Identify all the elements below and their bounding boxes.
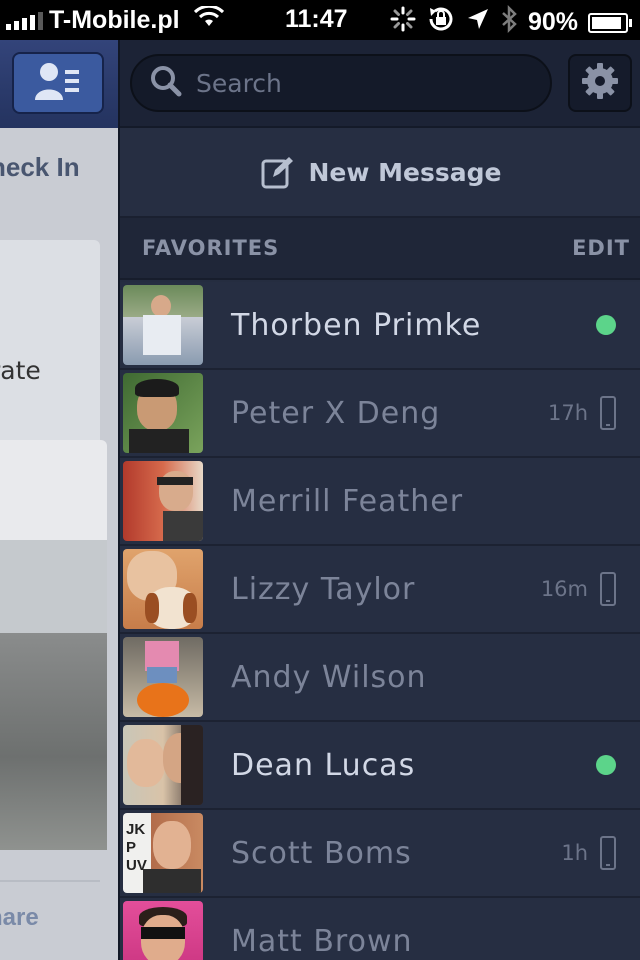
avatar (123, 461, 203, 541)
avatar: JK P UV (123, 813, 203, 893)
favorites-header: FAVORITES EDIT (120, 218, 640, 280)
mobile-phone-icon (600, 396, 616, 430)
contact-row[interactable]: Andy Wilson (120, 634, 640, 722)
last-active-time: 16m (540, 577, 588, 601)
battery-percent: 90% (527, 8, 578, 36)
feed-photo (0, 540, 107, 850)
status-bar: T-Mobile.pl 11:47 90% (0, 0, 640, 40)
rotation-lock-icon (426, 5, 456, 40)
settings-button[interactable] (568, 54, 632, 112)
contact-name: Merrill Feather (231, 483, 464, 519)
friends-icon (33, 60, 83, 106)
avatar (123, 549, 203, 629)
online-status-indicator (596, 755, 616, 775)
mobile-phone-icon (600, 836, 616, 870)
checkin-button[interactable]: heck In (0, 152, 80, 183)
news-feed-panel: heck In rate hare (0, 40, 118, 960)
contact-row[interactable]: JK P UV Scott Boms 1h (120, 810, 640, 898)
contact-name: Matt Brown (231, 923, 413, 959)
clock: 11:47 (285, 5, 348, 33)
search-input[interactable] (196, 68, 496, 98)
contact-row[interactable]: Thorben Primke (120, 282, 640, 370)
chat-sidebar: New Message FAVORITES EDIT Thorben Primk… (118, 40, 640, 960)
wifi-icon (193, 4, 224, 35)
bluetooth-icon (500, 4, 518, 40)
news-feed-header (0, 40, 118, 128)
avatar (123, 285, 203, 365)
contact-name: Peter X Deng (231, 395, 441, 431)
favorites-title: FAVORITES (142, 236, 280, 260)
avatar (123, 901, 203, 960)
contact-name: Dean Lucas (231, 747, 416, 783)
activity-spinner-icon (390, 6, 416, 39)
contact-row[interactable]: Peter X Deng 17h (120, 370, 640, 458)
new-message-label: New Message (308, 157, 502, 187)
contact-row[interactable]: Merrill Feather (120, 458, 640, 546)
gear-icon (580, 61, 620, 105)
contact-row[interactable]: Matt Brown (120, 898, 640, 960)
compose-icon (261, 155, 295, 189)
location-arrow-icon (466, 7, 490, 38)
contact-row[interactable]: Dean Lucas (120, 722, 640, 810)
avatar (123, 373, 203, 453)
mobile-phone-icon (600, 572, 616, 606)
search-box[interactable] (130, 54, 552, 112)
new-message-button[interactable]: New Message (120, 128, 640, 218)
feed-card-text: rate (0, 356, 41, 385)
avatar (123, 637, 203, 717)
search-bar (120, 40, 640, 128)
online-status-indicator (596, 315, 616, 335)
contact-row[interactable]: Lizzy Taylor 16m (120, 546, 640, 634)
divider (0, 880, 100, 882)
favorites-list: Thorben Primke Peter X Deng 17h Merrill … (120, 282, 640, 960)
signal-strength-icon (6, 10, 43, 30)
contact-name: Scott Boms (231, 835, 412, 871)
last-active-time: 17h (547, 401, 588, 425)
share-button[interactable]: hare (0, 904, 39, 932)
last-active-time: 1h (561, 841, 588, 865)
contact-name: Andy Wilson (231, 659, 427, 695)
edit-favorites-button[interactable]: EDIT (572, 236, 630, 260)
avatar (123, 725, 203, 805)
battery-icon (588, 12, 632, 33)
contact-name: Thorben Primke (231, 307, 482, 343)
carrier-name: T-Mobile.pl (49, 5, 180, 34)
contact-name: Lizzy Taylor (231, 571, 416, 607)
search-icon (150, 65, 182, 101)
friends-button[interactable] (12, 52, 104, 114)
